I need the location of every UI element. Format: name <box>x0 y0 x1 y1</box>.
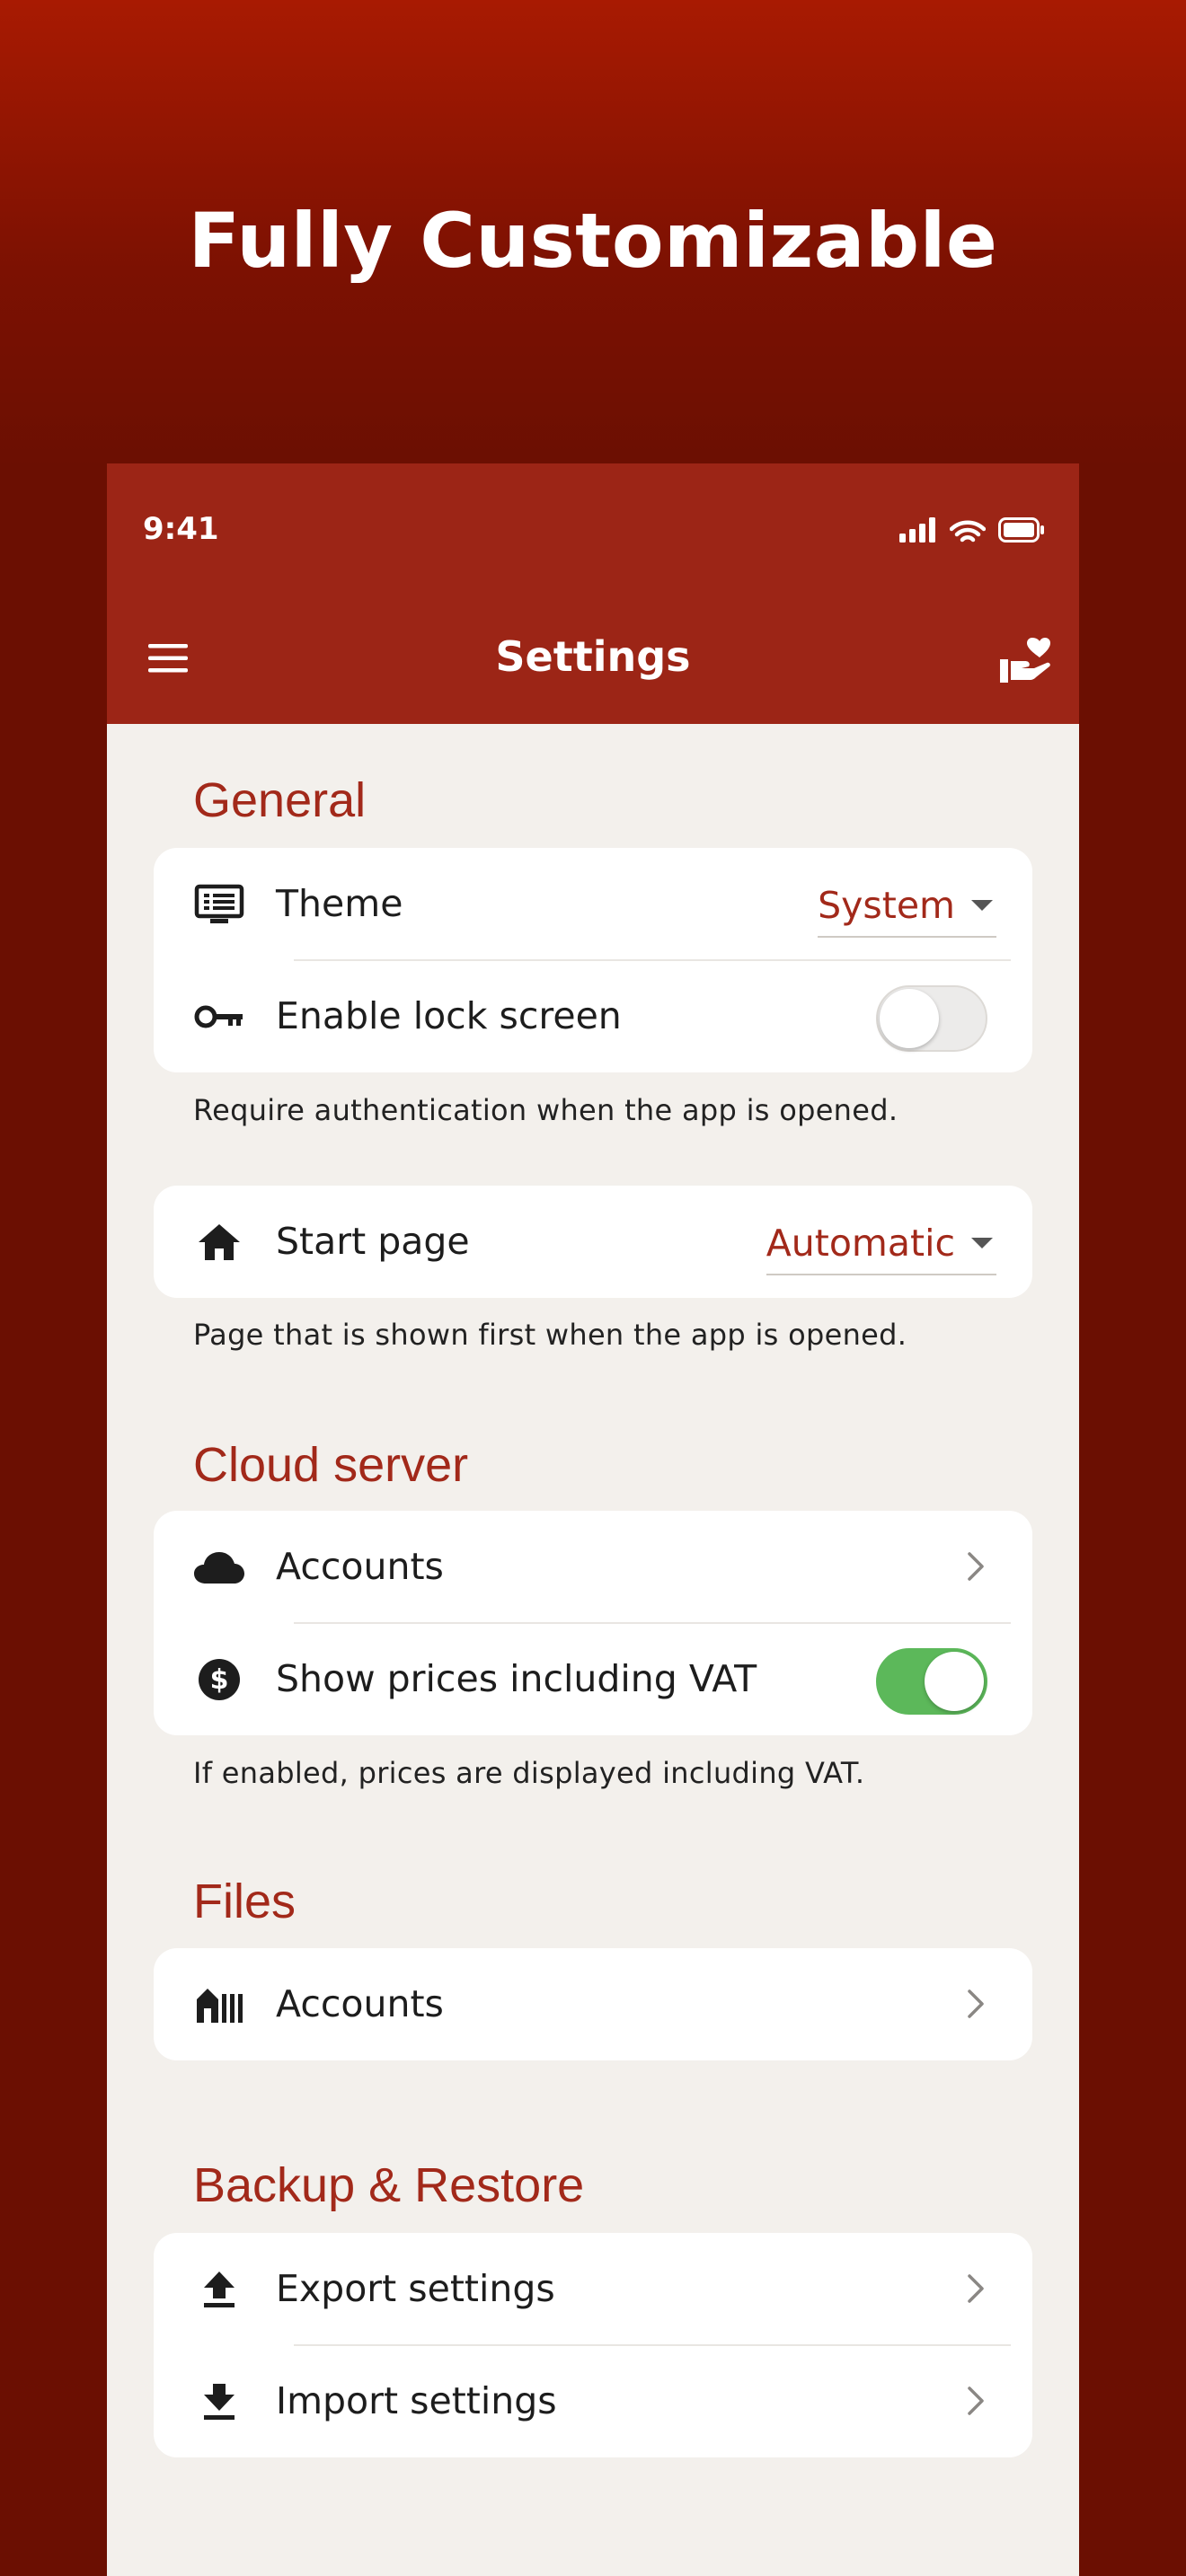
cloud-icon <box>193 1547 245 1588</box>
toggle-knob <box>925 1652 984 1711</box>
general-card: Theme System Enable lock screen <box>154 848 1032 1072</box>
start-page-value: Automatic <box>766 1222 955 1265</box>
theme-label: Theme <box>276 882 403 925</box>
section-title-cloud-server: Cloud server <box>193 1438 469 1492</box>
storage-icon <box>193 1984 245 2025</box>
caret-down-icon <box>971 900 993 911</box>
theme-value: System <box>818 884 955 927</box>
cloud-accounts-row[interactable]: Accounts <box>154 1511 1032 1623</box>
import-settings-label: Import settings <box>276 2379 557 2422</box>
battery-icon <box>998 517 1044 543</box>
status-time: 9:41 <box>143 511 219 547</box>
files-accounts-row[interactable]: Accounts <box>154 1948 1032 2060</box>
start-page-card: Start page Automatic <box>154 1186 1032 1298</box>
vat-helper: If enabled, prices are displayed includi… <box>193 1756 865 1790</box>
start-page-row[interactable]: Start page Automatic <box>154 1186 1032 1298</box>
vat-toggle[interactable] <box>876 1648 987 1715</box>
export-settings-row[interactable]: Export settings <box>154 2233 1032 2345</box>
backup-card: Export settings Import settings <box>154 2233 1032 2457</box>
theme-dropdown[interactable]: System <box>818 875 996 938</box>
start-page-dropdown[interactable]: Automatic <box>766 1213 996 1275</box>
chevron-right-icon <box>968 1552 984 1581</box>
section-title-backup-restore: Backup & Restore <box>193 2158 585 2212</box>
key-icon <box>193 996 245 1037</box>
files-accounts-label: Accounts <box>276 1982 444 2025</box>
start-page-label: Start page <box>276 1220 470 1263</box>
status-icons <box>899 510 1045 550</box>
section-title-general: General <box>193 773 367 827</box>
wifi-icon <box>950 520 986 543</box>
lock-screen-label: Enable lock screen <box>276 994 622 1037</box>
page-title: Settings <box>495 632 691 681</box>
cloud-server-card: Accounts $ Show prices including VAT <box>154 1511 1032 1735</box>
app-bar: 9:41 Settings <box>107 463 1079 724</box>
cloud-accounts-label: Accounts <box>276 1545 444 1588</box>
svg-text:$: $ <box>210 1664 229 1696</box>
caret-down-icon <box>971 1238 993 1248</box>
vat-row[interactable]: $ Show prices including VAT <box>154 1623 1032 1735</box>
vat-label: Show prices including VAT <box>276 1657 757 1700</box>
files-card: Accounts <box>154 1948 1032 2060</box>
chevron-right-icon <box>968 2386 984 2415</box>
dollar-circle-icon: $ <box>193 1659 245 1700</box>
chevron-right-icon <box>968 2274 984 2303</box>
toggle-knob <box>880 989 939 1048</box>
home-icon <box>193 1222 245 1263</box>
export-settings-label: Export settings <box>276 2267 555 2310</box>
signal-icon <box>899 517 935 543</box>
lock-screen-toggle[interactable] <box>876 985 987 1052</box>
chevron-right-icon <box>968 1989 984 2018</box>
start-page-helper: Page that is shown first when the app is… <box>193 1318 907 1352</box>
import-settings-row[interactable]: Import settings <box>154 2345 1032 2457</box>
lock-screen-helper: Require authentication when the app is o… <box>193 1093 898 1127</box>
phone-screen: 9:41 Settings General Theme System Enabl… <box>107 463 1079 2576</box>
lock-screen-row[interactable]: Enable lock screen <box>154 960 1032 1072</box>
donate-heart-hand-icon[interactable] <box>998 634 1052 684</box>
section-title-files: Files <box>193 1875 296 1928</box>
monitor-list-icon <box>193 884 245 925</box>
download-icon <box>193 2381 245 2422</box>
upload-icon <box>193 2269 245 2310</box>
theme-row[interactable]: Theme System <box>154 848 1032 960</box>
headline: Fully Customizable <box>188 197 998 285</box>
